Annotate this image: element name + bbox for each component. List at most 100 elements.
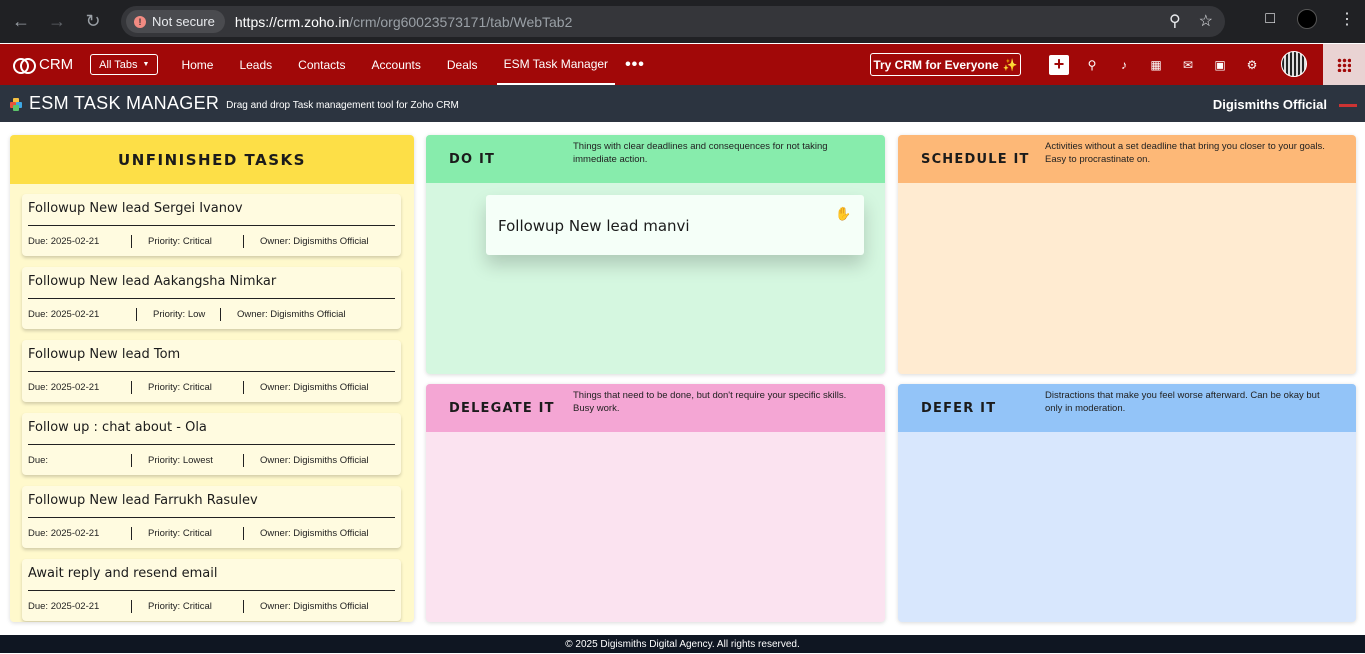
meta-separator [243, 381, 244, 394]
user-avatar[interactable] [1281, 51, 1307, 77]
gear-icon[interactable]: ⚙ [1243, 56, 1261, 74]
task-divider [28, 590, 395, 591]
task-owner: Owner: Digismiths Official [260, 382, 369, 393]
task-card[interactable]: Followup New lead Sergei Ivanov Due: 202… [22, 194, 401, 256]
calendar-icon[interactable]: ▦ [1147, 56, 1165, 74]
task-priority: Priority: Critical [148, 236, 212, 247]
search-icon[interactable]: ⚲ [1083, 56, 1101, 74]
task-divider [28, 371, 395, 372]
try-crm-label: Try CRM for Everyone [873, 57, 999, 72]
task-owner: Owner: Digismiths Official [260, 455, 369, 466]
marketplace-icon[interactable]: ▣ [1211, 56, 1229, 74]
address-bar[interactable]: ! Not secure https://crm.zoho.in/crm/org… [121, 6, 1225, 37]
schedule-it-header: SCHEDULE IT Activities without a set dea… [898, 135, 1356, 183]
task-priority: Priority: Low [153, 309, 206, 320]
task-divider [28, 225, 395, 226]
profile-avatar[interactable] [1297, 9, 1317, 29]
try-crm-button[interactable]: Try CRM for Everyone ✨ [870, 53, 1021, 76]
delegate-it-description: Things that need to be done, but don't r… [573, 390, 847, 414]
mail-icon[interactable]: ✉ [1179, 56, 1197, 74]
schedule-it-description: Activities without a set deadline that b… [1045, 141, 1325, 165]
crm-logo-icon [13, 57, 36, 74]
defer-it-title: DEFER IT [921, 400, 997, 416]
task-title: Followup New lead Tom [28, 347, 181, 362]
task-divider [28, 517, 395, 518]
create-plus-icon[interactable]: + [1049, 55, 1069, 75]
meta-separator [136, 308, 137, 321]
task-due: Due: 2025-02-21 [28, 601, 100, 612]
task-due: Due: 2025-02-21 [28, 528, 100, 539]
meta-separator [220, 308, 221, 321]
url-text[interactable]: https://crm.zoho.in/crm/org60023573171/t… [235, 14, 573, 30]
task-owner: Owner: Digismiths Official [260, 236, 369, 247]
url-host: https://crm.zoho.in [234, 13, 350, 30]
app-header: ESM TASK MANAGER Drag and drop Task mana… [0, 85, 1365, 122]
crm-logo[interactable]: CRM [13, 56, 73, 74]
crm-top-bar: CRM All Tabs ▼ Home Leads Contacts Accou… [0, 44, 1365, 85]
bookmark-star-icon[interactable]: ☆ [1199, 11, 1213, 31]
do-it-description: Things with clear deadlines and conseque… [573, 141, 828, 165]
task-title: Followup New lead Aakangsha Nimkar [28, 274, 277, 289]
all-tabs-label: All Tabs [99, 58, 138, 71]
more-tabs-icon[interactable]: ••• [625, 56, 645, 74]
security-label: Not secure [152, 14, 215, 29]
security-indicator[interactable]: ! Not secure [126, 10, 225, 33]
task-card[interactable]: Followup New lead Farrukh Rasulev Due: 2… [22, 486, 401, 548]
defer-it-description: Distractions that make you feel worse af… [1045, 390, 1320, 414]
all-tabs-button[interactable]: All Tabs ▼ [90, 54, 159, 75]
unfinished-tasks-title: UNFINISHED TASKS [10, 135, 414, 184]
menu-kebab-icon[interactable]: ⋮ [1339, 9, 1355, 29]
meta-separator [131, 381, 132, 394]
footer: © 2025 Digismiths Digital Agency. All ri… [0, 635, 1365, 653]
do-it-header: DO IT Things with clear deadlines and co… [426, 135, 885, 183]
dragging-task-card[interactable]: Followup New lead manvi ✋ [486, 195, 864, 255]
dragging-task-title: Followup New lead manvi [498, 217, 690, 235]
extensions-icon[interactable]: □ [1265, 10, 1275, 28]
meta-separator [131, 235, 132, 248]
task-title: Follow up : chat about - Ola [28, 420, 207, 435]
meta-separator [131, 454, 132, 467]
task-title: Followup New lead Farrukh Rasulev [28, 493, 258, 508]
delegate-it-quadrant[interactable]: DELEGATE IT Things that need to be done,… [426, 384, 885, 622]
forward-arrow-icon[interactable]: → [42, 7, 72, 37]
zoom-icon[interactable]: ⚲ [1169, 11, 1181, 31]
tab-esm-task-manager[interactable]: ESM Task Manager [496, 44, 616, 85]
meta-separator [243, 235, 244, 248]
tab-leads[interactable]: Leads [232, 44, 279, 85]
task-board: UNFINISHED TASKS Followup New lead Serge… [0, 122, 1365, 635]
tab-contacts[interactable]: Contacts [291, 44, 352, 85]
reload-icon[interactable]: ↻ [78, 7, 108, 37]
task-due: Due: 2025-02-21 [28, 309, 100, 320]
tab-accounts[interactable]: Accounts [365, 44, 428, 85]
task-card[interactable]: Followup New lead Aakangsha Nimkar Due: … [22, 267, 401, 329]
tab-deals[interactable]: Deals [440, 44, 485, 85]
schedule-it-quadrant[interactable]: SCHEDULE IT Activities without a set dea… [898, 135, 1356, 374]
warning-icon: ! [134, 15, 146, 28]
task-priority: Priority: Critical [148, 601, 212, 612]
task-owner: Owner: Digismiths Official [237, 309, 346, 320]
task-card[interactable]: Await reply and resend email Due: 2025-0… [22, 559, 401, 621]
app-logo-icon [10, 97, 22, 111]
meta-separator [243, 600, 244, 613]
url-path: /crm/org60023573171/tab/WebTab2 [349, 13, 573, 30]
task-card[interactable]: Followup New lead Tom Due: 2025-02-21 Pr… [22, 340, 401, 402]
do-it-title: DO IT [449, 151, 496, 167]
app-title: ESM TASK MANAGER [29, 93, 220, 113]
meta-separator [131, 600, 132, 613]
task-due: Due: 2025-02-21 [28, 382, 100, 393]
task-priority: Priority: Critical [148, 382, 212, 393]
task-owner: Owner: Digismiths Official [260, 528, 369, 539]
task-priority: Priority: Lowest [148, 455, 213, 466]
task-divider [28, 444, 395, 445]
apps-grid-button[interactable] [1323, 44, 1365, 85]
meta-separator [131, 527, 132, 540]
task-divider [28, 298, 395, 299]
bell-icon[interactable]: ♪ [1115, 56, 1133, 74]
task-due: Due: 2025-02-21 [28, 236, 100, 247]
caret-down-icon: ▼ [142, 61, 150, 68]
tab-home[interactable]: Home [174, 44, 220, 85]
task-card[interactable]: Follow up : chat about - Ola Due: Priori… [22, 413, 401, 475]
meta-separator [243, 454, 244, 467]
back-arrow-icon[interactable]: ← [6, 7, 36, 37]
defer-it-quadrant[interactable]: DEFER IT Distractions that make you feel… [898, 384, 1356, 622]
